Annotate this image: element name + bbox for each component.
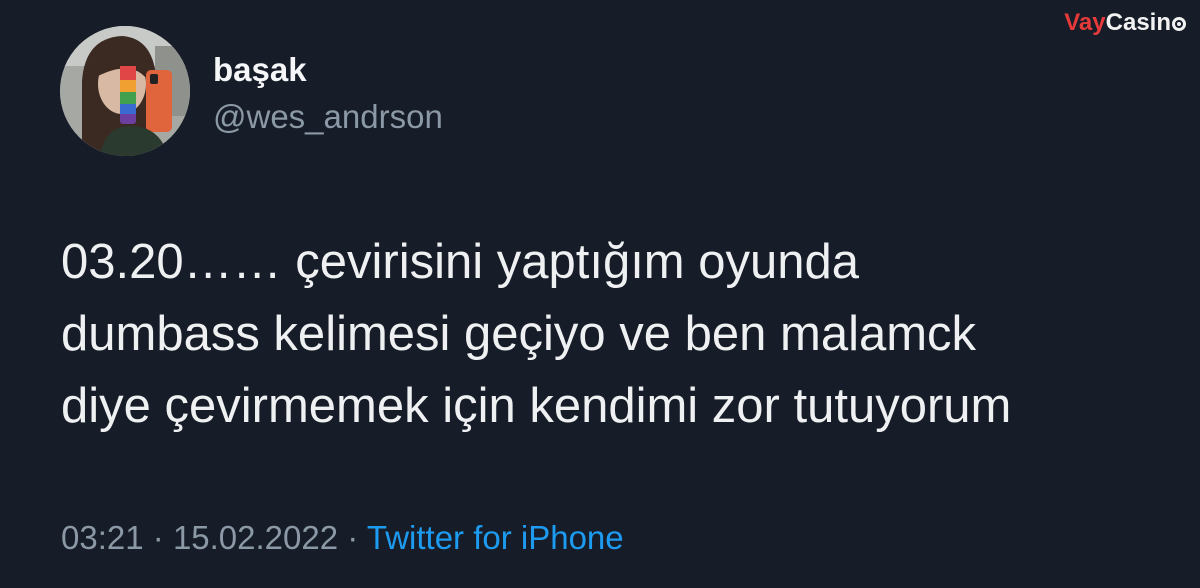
tweet-text-line: dumbass kelimesi geçiyo ve ben malamck <box>61 307 977 361</box>
watermark-casino-text: Casin <box>1105 9 1171 36</box>
tweet-text-line: diye çevirmemek için kendimi zor tutuyor… <box>61 379 1012 433</box>
tweet-source-link[interactable]: Twitter for iPhone <box>367 519 624 556</box>
display-name[interactable]: başak <box>213 50 307 90</box>
tweet-date[interactable]: 15.02.2022 <box>173 519 338 556</box>
tweet-card: başak @wes_andrson VayCasin 03.20…… çevi… <box>0 0 1200 588</box>
tweet-metadata: 03:21 · 15.02.2022 · Twitter for iPhone <box>61 517 624 559</box>
meta-separator: · <box>152 519 164 556</box>
tweet-time[interactable]: 03:21 <box>61 519 144 556</box>
tweet-text-line: 03.20…… çevirisini yaptığım oyunda <box>61 235 859 289</box>
avatar[interactable] <box>60 26 190 156</box>
watermark-vay-text: Vay <box>1064 9 1106 36</box>
poker-chip-icon <box>1172 17 1186 31</box>
avatar-photo-icon <box>60 26 190 156</box>
user-handle[interactable]: @wes_andrson <box>213 97 443 137</box>
vaycasino-watermark: VayCasin <box>1064 8 1186 38</box>
tweet-text: 03.20…… çevirisini yaptığım oyunda dumba… <box>61 226 1181 442</box>
meta-separator: · <box>347 519 359 556</box>
